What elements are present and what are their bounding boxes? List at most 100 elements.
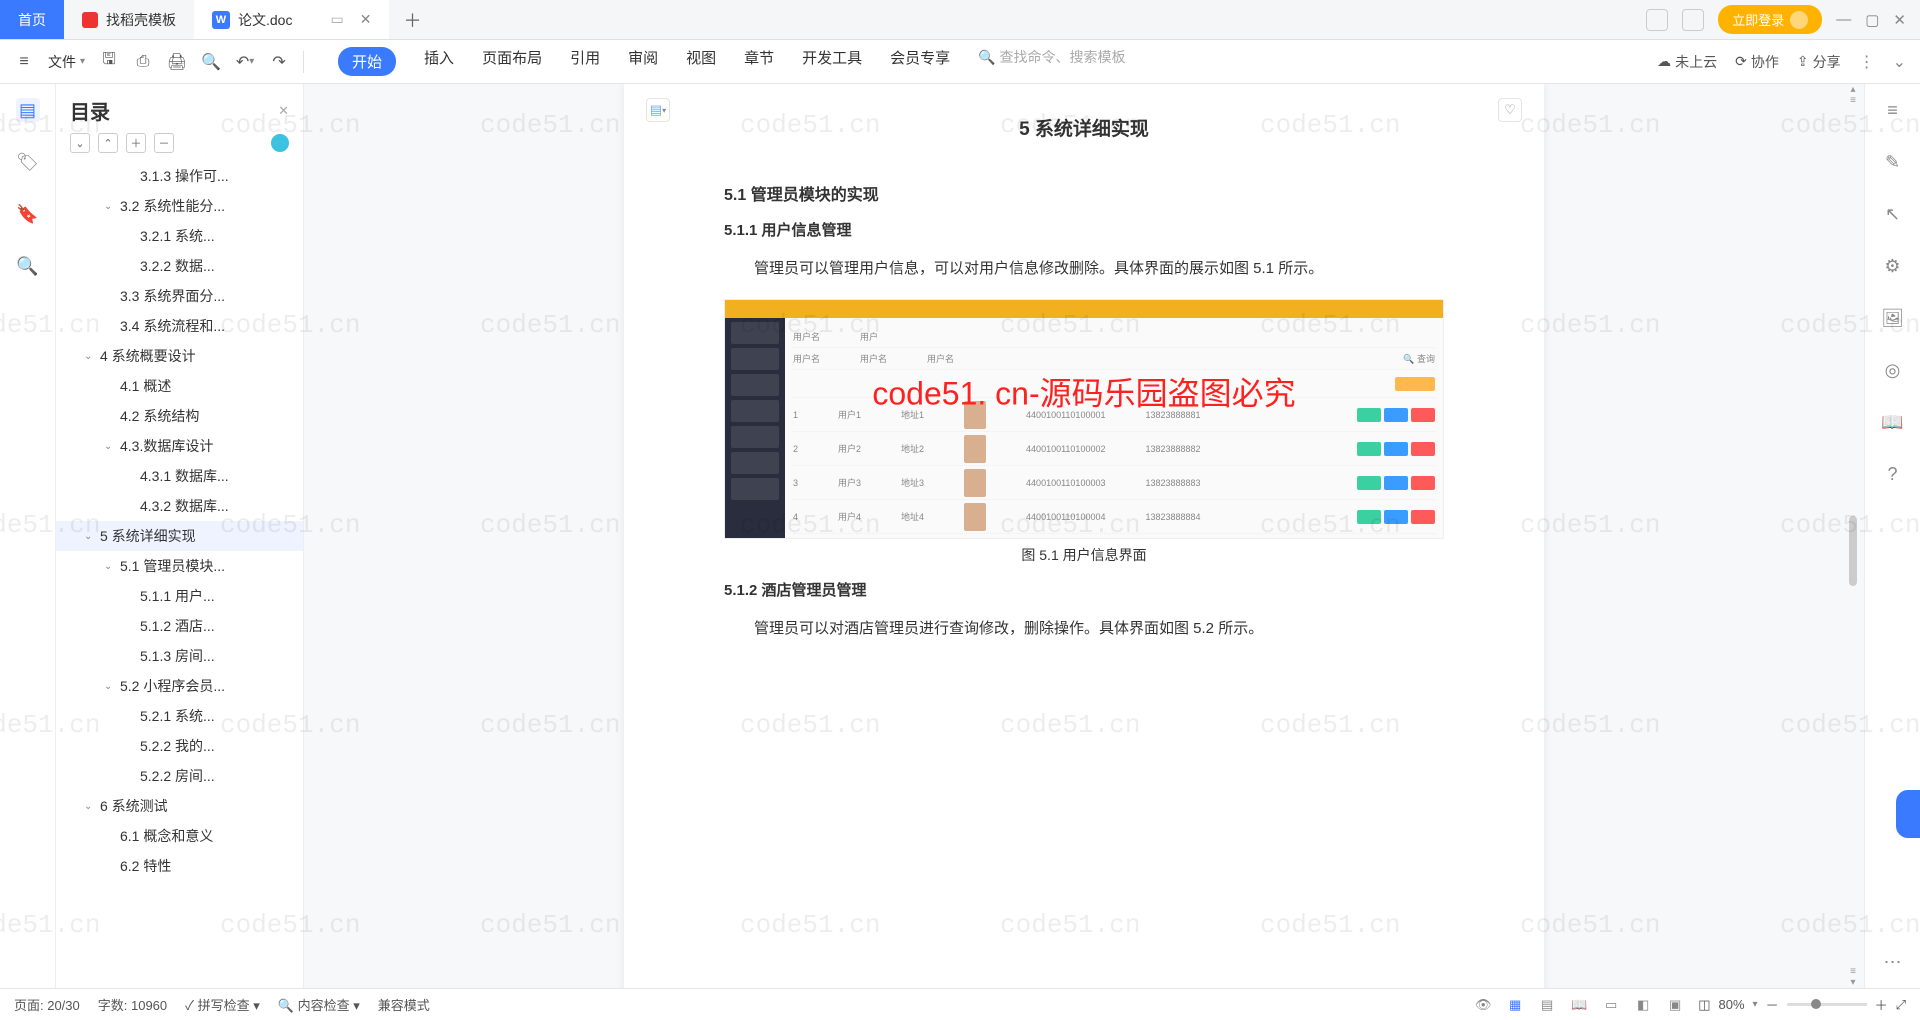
menu-view[interactable]: 视图 [686, 47, 716, 76]
tag-icon[interactable]: 🏷 [16, 150, 40, 174]
page-down-icon[interactable]: ≡ [1850, 966, 1856, 977]
outline-item[interactable]: ⌄5 系统详细实现 [56, 521, 303, 551]
knowledge-icon[interactable]: ◎ [1881, 358, 1905, 382]
outline-sync-icon[interactable] [271, 134, 289, 152]
focus-view-icon[interactable]: ◧ [1634, 996, 1652, 1014]
outline-item[interactable]: ⌄6 系统测试 [56, 791, 303, 821]
hamburger-icon[interactable]: ≡ [14, 52, 34, 72]
print-icon[interactable]: 🖨 [167, 52, 187, 72]
read-icon[interactable]: 📖 [1881, 410, 1905, 434]
zoom-in-icon[interactable]: ＋ [1875, 995, 1888, 1014]
new-tab-button[interactable]: ＋ [389, 0, 435, 39]
eye-icon[interactable]: 👁 [1474, 996, 1492, 1014]
window-toggle-icon[interactable]: ▭ [330, 11, 343, 28]
scroll-thumb[interactable] [1849, 516, 1857, 586]
outline-item[interactable]: 5.1.3 房间... [56, 641, 303, 671]
zoom-fit-icon[interactable]: ◫ [1698, 997, 1710, 1013]
outline-tree[interactable]: 3.1.3 操作可...⌄3.2 系统性能分...3.2.1 系统...3.2.… [56, 161, 303, 988]
maximize-icon[interactable]: ▢ [1865, 11, 1879, 29]
scroll-up-icon[interactable]: ▴ [1850, 84, 1855, 95]
outline-item[interactable]: 6.1 概念和意义 [56, 821, 303, 851]
search-icon[interactable]: 🔍 [16, 254, 40, 278]
menu-chapter[interactable]: 章节 [744, 47, 774, 76]
spell-check[interactable]: ✓ 拼写检查 ▾ [185, 995, 260, 1014]
content-check[interactable]: 🔍 内容检查 ▾ [278, 995, 360, 1014]
menu-insert[interactable]: 插入 [424, 47, 454, 76]
menu-devtools[interactable]: 开发工具 [802, 47, 862, 76]
outline-item[interactable]: 3.2.1 系统... [56, 221, 303, 251]
outline-view-icon[interactable]: ▤ [1538, 996, 1556, 1014]
compat-mode[interactable]: 兼容模式 [378, 995, 430, 1014]
more-tools-icon[interactable]: ⋯ [1881, 950, 1905, 974]
tab-dao-template[interactable]: 找稻壳模板 [64, 0, 194, 39]
menu-reference[interactable]: 引用 [570, 47, 600, 76]
cursor-icon[interactable]: ↖ [1881, 202, 1905, 226]
outline-item[interactable]: 6.2 特性 [56, 851, 303, 881]
close-panel-icon[interactable]: ✕ [278, 103, 289, 119]
outline-item[interactable]: 3.2.2 数据... [56, 251, 303, 281]
tab-document[interactable]: W 论文.doc ▭ ✕ [194, 0, 389, 39]
more-icon[interactable]: ⋮ [1859, 52, 1875, 72]
close-window-icon[interactable]: ✕ [1893, 11, 1906, 29]
outline-item[interactable]: 3.4 系统流程和... [56, 311, 303, 341]
side-flag-tab[interactable] [1896, 790, 1920, 838]
layout-icon[interactable] [1646, 9, 1668, 31]
outline-item[interactable]: ⌄4 系统概要设计 [56, 341, 303, 371]
document-canvas[interactable]: ▤▾ ♡ 5 系统详细实现 5.1 管理员模块的实现 5.1.1 用户信息管理 … [304, 84, 1864, 988]
read-view-icon[interactable]: 📖 [1570, 996, 1588, 1014]
menu-member[interactable]: 会员专享 [890, 47, 950, 76]
outline-remove-icon[interactable]: － [154, 133, 174, 153]
outline-item[interactable]: 3.3 系统界面分... [56, 281, 303, 311]
outline-icon[interactable]: ▤ [16, 98, 40, 122]
tab-home[interactable]: 首页 [0, 0, 64, 39]
adjust-icon[interactable]: ⚙ [1881, 254, 1905, 278]
menu-layout[interactable]: 页面布局 [482, 47, 542, 76]
help-icon[interactable]: ? [1881, 462, 1905, 486]
undo-icon[interactable]: ↶▾ [235, 52, 255, 72]
zoom-value[interactable]: 80% [1719, 997, 1745, 1012]
redo-icon[interactable]: ↷ [269, 52, 289, 72]
close-icon[interactable]: ✕ [360, 11, 372, 28]
menu-review[interactable]: 审阅 [628, 47, 658, 76]
scroll-down-icon[interactable]: ▾ [1850, 977, 1855, 988]
outline-item[interactable]: 4.2 系统结构 [56, 401, 303, 431]
outline-item[interactable]: 5.2.2 房间... [56, 761, 303, 791]
login-button[interactable]: 立即登录 [1718, 5, 1822, 34]
settings-icon[interactable]: ≡ [1881, 98, 1905, 122]
outline-item[interactable]: ⌄5.2 小程序会员... [56, 671, 303, 701]
export-icon[interactable]: ⎙ [133, 52, 153, 72]
image-icon[interactable]: 🖼 [1881, 306, 1905, 330]
web-view-icon[interactable]: ▭ [1602, 996, 1620, 1014]
doc-sidebtn-right[interactable]: ♡ [1498, 98, 1522, 122]
fullscreen-icon[interactable]: ▣ [1666, 996, 1684, 1014]
zoom-out-icon[interactable]: － [1766, 995, 1779, 1014]
zoom-best-icon[interactable]: ⤢ [1896, 997, 1906, 1013]
bookmark-icon[interactable]: 🔖 [16, 202, 40, 226]
word-count[interactable]: 字数: 10960 [98, 995, 167, 1014]
collab-button[interactable]: ⟳ 协作 [1735, 52, 1779, 72]
page-up-icon[interactable]: ≡ [1850, 95, 1856, 106]
outline-item[interactable]: 5.2.2 我的... [56, 731, 303, 761]
doc-sidebtn-left[interactable]: ▤▾ [646, 98, 670, 122]
search-command[interactable]: 🔍 查找命令、搜索模板 [978, 47, 1125, 76]
outline-item[interactable]: 4.3.2 数据库... [56, 491, 303, 521]
page-indicator[interactable]: 页面: 20/30 [14, 995, 80, 1014]
outline-expand-all-icon[interactable]: ⌃ [98, 133, 118, 153]
collapse-ribbon-icon[interactable]: ⌄ [1893, 52, 1906, 72]
edit-icon[interactable]: ✎ [1881, 150, 1905, 174]
outline-item[interactable]: 5.2.1 系统... [56, 701, 303, 731]
minimize-icon[interactable]: ― [1836, 11, 1851, 29]
outline-item[interactable]: 5.1.1 用户... [56, 581, 303, 611]
grid-apps-icon[interactable] [1682, 9, 1704, 31]
file-menu[interactable]: 文件▾ [48, 52, 85, 72]
outline-item[interactable]: ⌄5.1 管理员模块... [56, 551, 303, 581]
zoom-control[interactable]: ◫ 80%▾ － ＋ ⤢ [1698, 995, 1906, 1014]
outline-add-icon[interactable]: ＋ [126, 133, 146, 153]
menu-start[interactable]: 开始 [338, 47, 396, 76]
print-preview-icon[interactable]: 🔍 [201, 52, 221, 72]
outline-item[interactable]: 3.1.3 操作可... [56, 161, 303, 191]
outline-collapse-all-icon[interactable]: ⌄ [70, 133, 90, 153]
vertical-scrollbar[interactable]: ▴ ≡ ≡ ▾ [1846, 84, 1860, 988]
outline-item[interactable]: ⌄4.3.数据库设计 [56, 431, 303, 461]
outline-item[interactable]: 4.3.1 数据库... [56, 461, 303, 491]
